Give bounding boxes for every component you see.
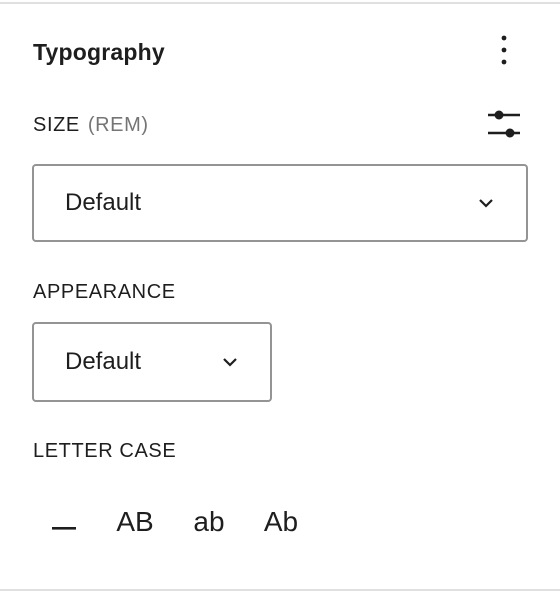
- more-vertical-icon: [488, 32, 520, 72]
- size-settings-button[interactable]: [484, 106, 524, 142]
- size-label: SIZE (REM): [33, 112, 149, 138]
- typography-options-button[interactable]: [488, 32, 520, 72]
- top-divider: [0, 2, 560, 4]
- appearance-select-value: Default: [65, 348, 142, 375]
- letter-case-lowercase-button[interactable]: ab: [178, 494, 240, 550]
- letter-case-uppercase-button[interactable]: AB: [92, 494, 178, 550]
- chevron-down-icon: [220, 352, 240, 372]
- letter-case-label: LETTER CASE: [33, 440, 177, 462]
- settings-sliders-icon: [484, 106, 524, 142]
- typography-panel: Typography SIZE (REM) Default APPEARANCE…: [0, 0, 560, 596]
- appearance-label: APPEARANCE: [33, 281, 176, 303]
- size-label-text: SIZE: [33, 114, 80, 136]
- bottom-divider: [0, 589, 560, 591]
- font-size-select[interactable]: Default: [32, 164, 528, 242]
- chevron-down-icon: [476, 193, 496, 213]
- letter-case-none-button[interactable]: [36, 494, 92, 550]
- font-size-select-value: Default: [65, 189, 142, 216]
- letter-case-capitalize-button[interactable]: Ab: [240, 494, 322, 550]
- none-dash-icon: [52, 506, 76, 538]
- size-unit: (REM): [87, 114, 149, 136]
- panel-title: Typography: [33, 39, 165, 65]
- appearance-select[interactable]: Default: [32, 322, 272, 402]
- letter-case-toggle-group: AB ab Ab: [36, 494, 322, 550]
